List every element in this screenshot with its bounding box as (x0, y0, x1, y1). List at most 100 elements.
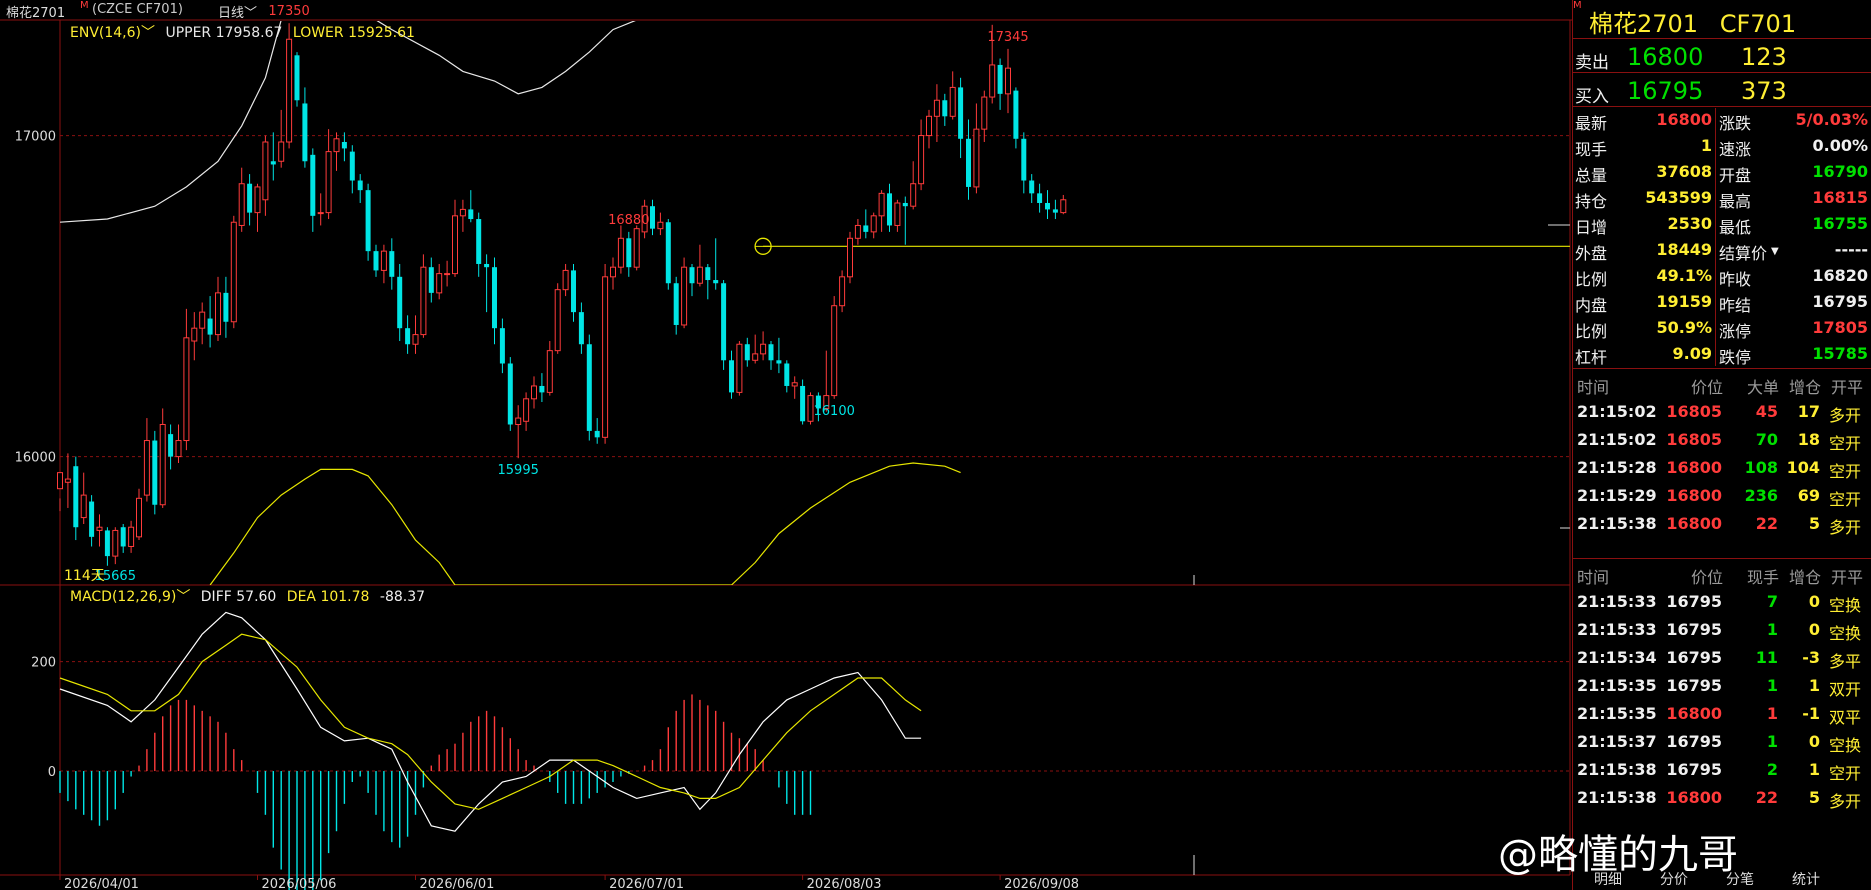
candle[interactable] (468, 190, 474, 223)
candle[interactable] (546, 341, 553, 396)
column-header[interactable]: 价位 (1691, 374, 1723, 398)
candle[interactable] (744, 337, 750, 367)
candle[interactable] (1037, 183, 1043, 213)
candle[interactable] (389, 238, 395, 290)
candle[interactable] (807, 392, 814, 425)
candle[interactable] (958, 77, 964, 159)
big-trade-row[interactable]: 21:15:29 16800 236 69 空开 (1573, 482, 1871, 510)
candle[interactable] (159, 408, 166, 508)
kline-chart[interactable]: 17000 16000 200 0 2026/04/01 2026/05/06 2026/0… (0, 0, 1572, 890)
candle[interactable] (380, 244, 387, 284)
candle[interactable] (870, 212, 877, 239)
candle[interactable] (894, 199, 901, 232)
candles-layer[interactable] (57, 23, 1067, 566)
candle[interactable] (96, 514, 103, 547)
candle[interactable] (444, 260, 451, 287)
candle[interactable] (657, 212, 664, 236)
candle[interactable] (1029, 174, 1035, 203)
candle[interactable] (254, 183, 261, 232)
candle[interactable] (800, 379, 806, 425)
candle[interactable] (1045, 190, 1050, 220)
candle[interactable] (341, 132, 347, 162)
candle[interactable] (981, 90, 988, 142)
candle[interactable] (933, 84, 940, 142)
big-trade-row[interactable]: 21:15:02 16805 45 17 多开 (1573, 398, 1871, 426)
candle[interactable] (831, 296, 838, 399)
candle[interactable] (650, 199, 655, 236)
candle[interactable] (168, 424, 174, 470)
candle[interactable] (373, 244, 379, 277)
candle[interactable] (910, 161, 917, 210)
candle[interactable] (594, 418, 600, 444)
candle[interactable] (175, 424, 182, 464)
candle[interactable] (459, 199, 466, 232)
candle[interactable] (230, 215, 237, 329)
column-header[interactable]: 价位 (1691, 564, 1723, 588)
column-header[interactable]: 增仓 (1789, 564, 1821, 588)
candle[interactable] (776, 337, 782, 374)
candle[interactable] (997, 58, 1003, 110)
big-trade-row[interactable]: 21:15:02 16805 70 18 空开 (1573, 426, 1871, 454)
candle[interactable] (571, 263, 576, 322)
candle[interactable] (436, 263, 443, 300)
column-header[interactable]: 开平 (1831, 564, 1863, 588)
candle[interactable] (918, 119, 925, 191)
column-header[interactable]: 时间 (1577, 374, 1609, 398)
candle[interactable] (531, 376, 537, 409)
candle[interactable] (247, 174, 253, 226)
candle[interactable] (942, 93, 948, 126)
candle[interactable] (80, 472, 87, 525)
candle[interactable] (333, 132, 340, 171)
candle[interactable] (484, 254, 490, 313)
tick-trade-row[interactable]: 21:15:35 16795 1 1 双开 (1573, 672, 1871, 700)
candle[interactable] (966, 119, 971, 200)
env-legend[interactable]: ENV(14,6)﹀ UPPER 17958.67 LOWER 15925.61 (70, 22, 415, 42)
candle[interactable] (412, 315, 419, 354)
candle[interactable] (278, 109, 285, 168)
candle[interactable] (973, 103, 980, 194)
candle[interactable] (270, 132, 276, 181)
macd-legend[interactable]: MACD(12,26,9)﹀ DIFF 57.60 DEA 101.78 -88… (70, 586, 425, 606)
candle[interactable] (207, 296, 213, 348)
candle[interactable] (397, 263, 403, 342)
candle[interactable] (839, 270, 846, 313)
column-header[interactable]: 增仓 (1789, 374, 1821, 398)
candle[interactable] (878, 190, 885, 232)
tick-trade-row[interactable]: 21:15:33 16795 1 0 空换 (1573, 616, 1871, 644)
candle[interactable] (199, 302, 206, 345)
candle[interactable] (515, 405, 522, 459)
candle[interactable] (729, 350, 734, 399)
candle[interactable] (89, 495, 95, 547)
tick-trade-row[interactable]: 21:15:35 16800 1 -1 双平 (1573, 700, 1871, 728)
candle[interactable] (1060, 194, 1067, 215)
candle[interactable] (902, 196, 908, 245)
candle[interactable] (586, 334, 592, 441)
candle[interactable] (499, 318, 505, 374)
candle[interactable] (617, 225, 624, 274)
candle[interactable] (215, 276, 221, 342)
candle[interactable] (262, 135, 269, 216)
candle[interactable] (539, 373, 545, 403)
tick-trade-row[interactable]: 21:15:34 16795 11 -3 多平 (1573, 644, 1871, 672)
candle[interactable] (476, 212, 482, 277)
candle[interactable] (578, 302, 584, 354)
candle[interactable] (1013, 87, 1019, 149)
candle[interactable] (64, 453, 71, 508)
candle[interactable] (349, 145, 355, 194)
column-header[interactable]: 现手 (1747, 564, 1779, 588)
candle[interactable] (562, 263, 569, 297)
candle[interactable] (420, 254, 427, 338)
candle[interactable] (73, 456, 79, 541)
candle[interactable] (863, 209, 869, 239)
candle[interactable] (452, 199, 458, 277)
candle[interactable] (791, 376, 798, 399)
candle[interactable] (713, 238, 719, 290)
candle[interactable] (602, 263, 609, 444)
candle[interactable] (357, 174, 363, 203)
candle[interactable] (120, 524, 126, 553)
tick-trade-row[interactable]: 21:15:37 16795 1 0 空换 (1573, 728, 1871, 756)
candle[interactable] (310, 148, 316, 232)
horizontal-price-line[interactable] (754, 237, 1570, 255)
candle[interactable] (365, 183, 371, 261)
candle[interactable] (143, 418, 150, 502)
